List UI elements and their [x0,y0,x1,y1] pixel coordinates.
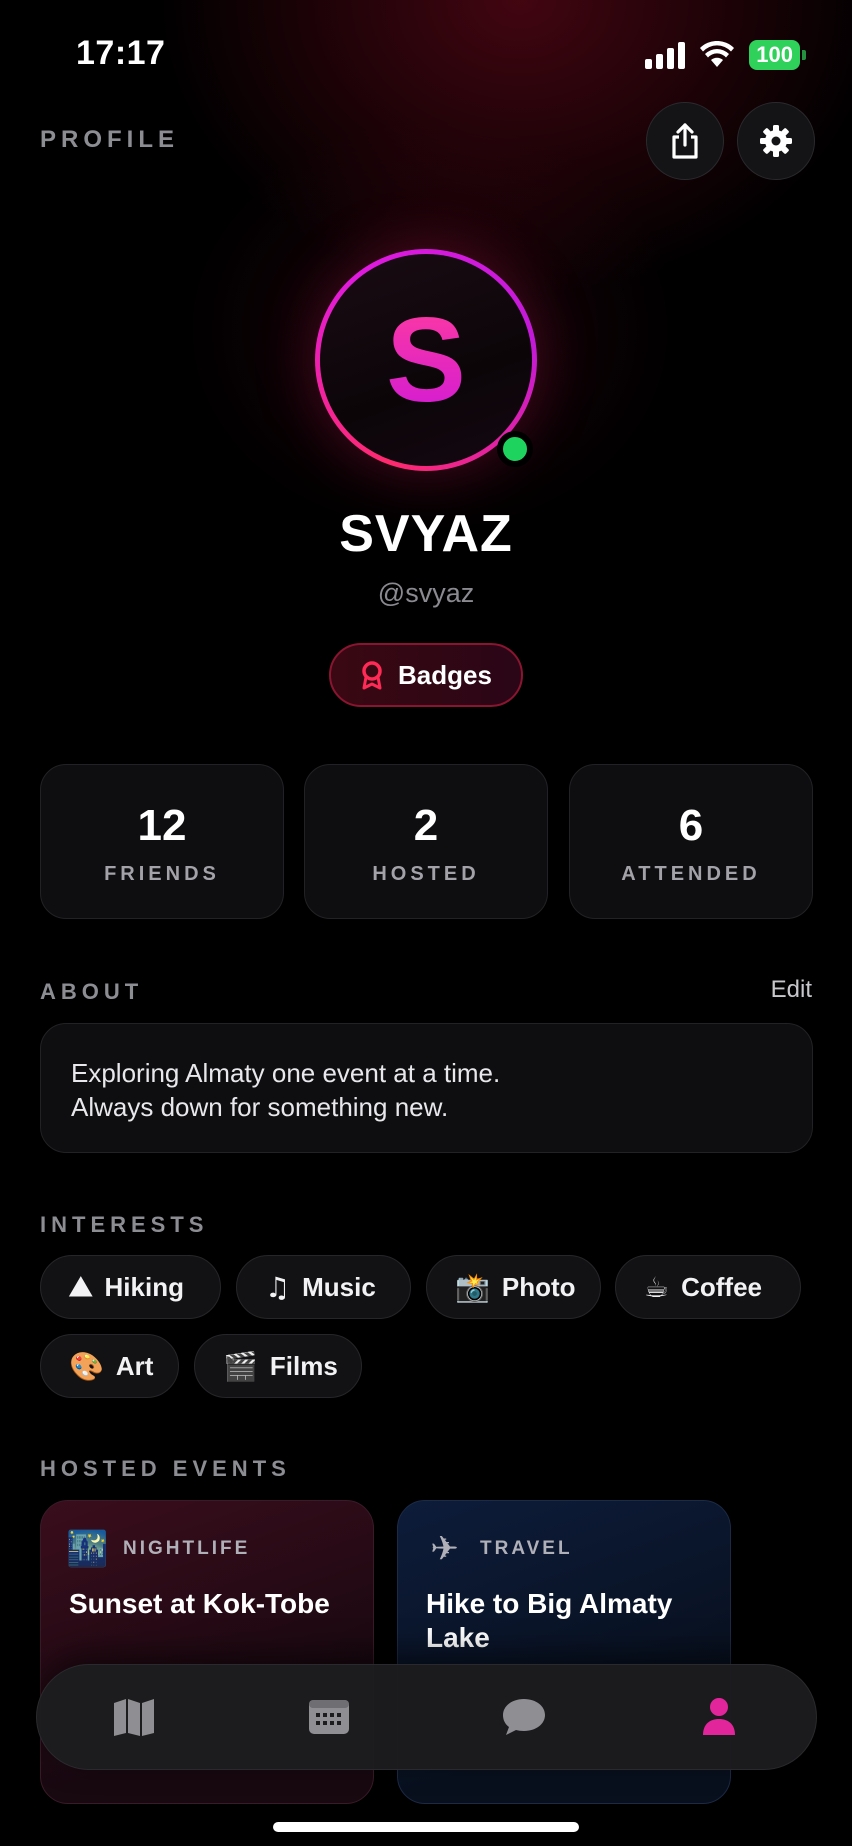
calendar-icon [309,1700,350,1734]
event-title: Sunset at Kok-Tobe [69,1588,330,1619]
online-status-indicator [497,431,533,467]
badges-label: Badges [398,659,492,690]
hosted-events-section-label: HOSTED EVENTS [40,1456,291,1481]
palette-icon: 🎨 [69,1349,104,1383]
avatar-initial: S [385,293,467,427]
status-time: 17:17 [76,34,166,72]
edit-about-link[interactable]: Edit [771,976,812,1004]
interest-label: Music [302,1271,376,1302]
tab-bar [36,1664,817,1770]
cellular-signal-icon [645,41,686,69]
interest-label: Films [269,1350,338,1381]
tab-chat[interactable] [469,1677,579,1757]
interest-chip-music[interactable]: ♫ Music [236,1255,411,1319]
event-category-label: NIGHTLIFE [123,1538,251,1559]
stat-value: 6 [678,801,704,850]
about-text-line: Always down for something new. [71,1092,449,1122]
stat-card-friends[interactable]: 12 FRIENDS [40,764,284,919]
stat-value: 2 [413,801,439,850]
coffee-icon: ☕ [644,1270,670,1304]
tab-profile[interactable] [664,1677,774,1757]
badges-button[interactable]: Badges [329,643,523,707]
stat-value: 12 [137,801,187,850]
interest-chip-coffee[interactable]: ☕ Coffee [615,1255,801,1319]
profile-name: SVYAZ [339,505,513,563]
tab-map[interactable] [79,1677,189,1757]
interest-label: Art [115,1350,154,1381]
interest-chip-photo[interactable]: 📸 Photo [426,1255,601,1319]
stat-label: FRIENDS [104,863,220,885]
interest-label: Hiking [104,1271,184,1302]
battery-indicator: 100 [749,40,806,70]
event-category: ✈ TRAVEL [426,1529,702,1569]
stat-card-hosted[interactable]: 2 HOSTED [304,764,548,919]
chat-icon [502,1699,545,1735]
page-title: PROFILE [40,126,180,153]
event-title: Hike to Big Almaty Lake [426,1588,673,1653]
share-button[interactable] [646,102,724,180]
wifi-icon [700,41,735,67]
status-icons: 100 [645,40,806,70]
avatar-image: S [320,254,532,466]
interest-label: Coffee [681,1271,763,1302]
airplane-icon: ✈ [430,1529,462,1569]
night-city-icon: 🌃 [66,1529,112,1569]
interest-chip-hiking[interactable]: ⛰ Hiking [40,1255,221,1319]
gear-icon [760,125,792,157]
clapperboard-icon: 🎬 [223,1349,258,1383]
stat-label: HOSTED [372,863,480,885]
interests-section-label: INTERESTS [40,1212,209,1237]
home-indicator[interactable] [273,1822,579,1832]
badge-ribbon-icon [362,661,382,690]
camera-icon: 📸 [455,1270,490,1304]
interest-label: Photo [501,1271,576,1302]
about-text-line: Exploring Almaty one event at a time. [71,1058,501,1088]
interest-chip-films[interactable]: 🎬 Films [194,1334,362,1398]
event-category: 🌃 NIGHTLIFE [66,1529,345,1569]
profile-handle: @svyaz [377,578,475,608]
tab-calendar[interactable] [274,1677,384,1757]
about-section-label: ABOUT [40,979,144,1004]
map-icon [114,1699,155,1736]
mountain-icon: ⛰ [69,1270,93,1303]
stat-label: ATTENDED [621,863,761,885]
battery-level: 100 [749,40,800,70]
music-note-icon: ♫ [265,1270,291,1304]
settings-button[interactable] [737,102,815,180]
interest-chip-art[interactable]: 🎨 Art [40,1334,179,1398]
about-card: Exploring Almaty one event at a time. Al… [40,1023,813,1153]
share-icon [672,123,698,159]
profile-icon [702,1698,735,1735]
event-category-label: TRAVEL [480,1538,573,1559]
stat-card-attended[interactable]: 6 ATTENDED [569,764,813,919]
